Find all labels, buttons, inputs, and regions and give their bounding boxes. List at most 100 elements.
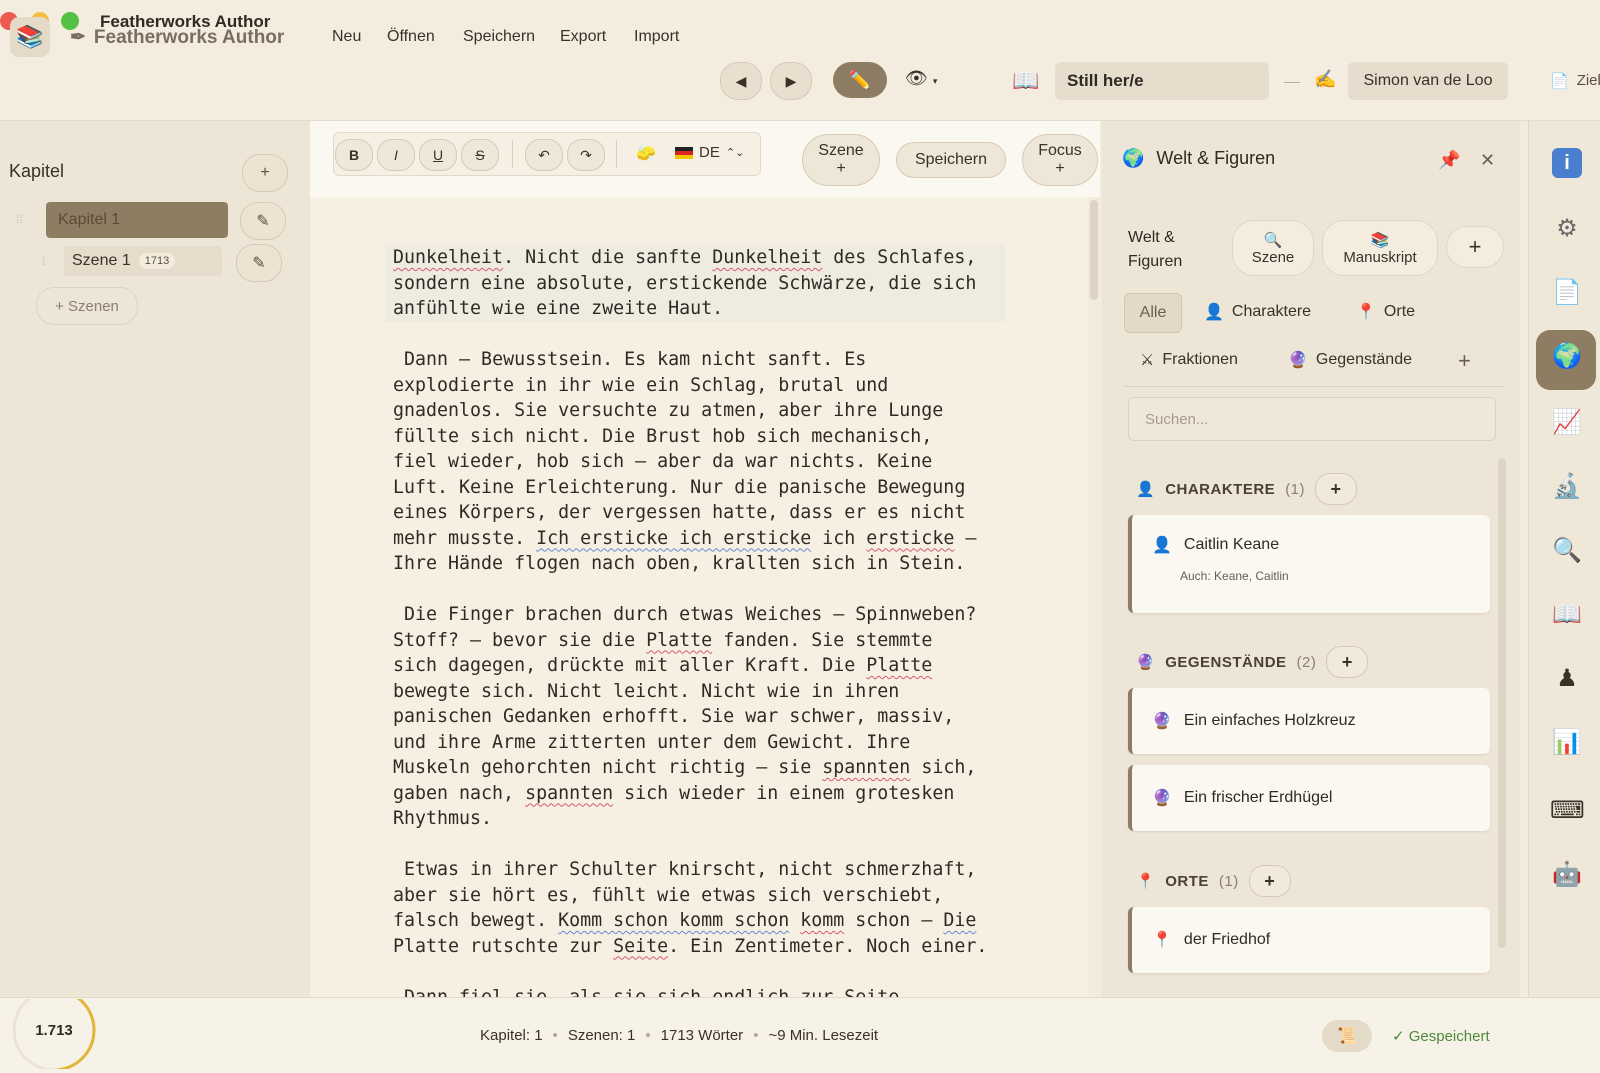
language-value: DE [699,144,720,161]
add-place-button[interactable]: + [1248,865,1291,897]
sidebar-heading: Kapitel [9,161,65,181]
filter-factions[interactable]: ⚔ Fraktionen [1140,350,1238,370]
strikethrough-button[interactable]: S [461,139,499,171]
crossed-swords-icon: ⚔ [1140,352,1155,369]
gear-icon[interactable]: ⚙ [1550,214,1584,243]
menu-open[interactable]: Öffnen [387,28,435,46]
item-name: Ein frischer Erdhügel [1183,789,1333,806]
sidebar-item-scene-1[interactable]: Szene 1 1713 [64,246,222,276]
signature-icon: ✍ [1314,69,1337,89]
author-field[interactable]: Simon van de Loo [1348,62,1508,100]
filter-label: Charaktere [1231,303,1312,320]
triangle-left-icon: ◀ [735,72,747,89]
stat-reading-time: ~9 Min. Lesezeit [768,1027,879,1044]
person-icon: 👤 [1152,537,1172,554]
add-scene-button[interactable]: + Szenen [36,287,138,325]
focus-button-label: Focus [1038,142,1082,159]
filter-items[interactable]: 🔮 Gegenstände [1288,350,1412,370]
divider [1124,386,1504,387]
add-filter-button[interactable]: + [1458,348,1471,374]
edit-chapter-button[interactable]: ✎ [240,202,286,240]
books-icon: 📚 [1370,231,1390,249]
editor-scrollbar[interactable] [1090,200,1098,300]
character-card[interactable]: 👤 Caitlin Keane Auch: Keane, Caitlin [1128,515,1490,613]
next-button[interactable]: ▶ [770,62,812,100]
add-character-button[interactable]: + [1315,473,1358,505]
place-card[interactable]: 📍 der Friedhof [1128,907,1490,973]
scene-button-label: Szene [818,142,864,159]
underline-button[interactable]: U [419,139,457,171]
filter-places[interactable]: 📍 Orte [1356,302,1415,322]
character-aliases: Auch: Keane, Caitlin [1180,569,1289,583]
tab-manuscript[interactable]: 📚 Manuskript [1322,220,1438,276]
panel-scrollbar[interactable] [1498,458,1506,948]
books-icon[interactable]: 📚 [10,17,50,57]
preview-dropdown[interactable]: 👁 ▾ [905,68,937,89]
search-input[interactable]: Suchen... [1128,397,1496,441]
open-book-icon[interactable]: 📖 [1012,68,1039,94]
bar-chart-icon[interactable]: 📊 [1550,728,1584,757]
filter-characters[interactable]: 👤 Charaktere [1204,302,1311,322]
info-icon[interactable]: i [1550,148,1584,178]
search-icon: 🔍 [1263,231,1283,249]
map-pin-icon: 📍 [1152,932,1172,949]
document-icon[interactable]: 📄 [1550,278,1584,307]
menu-export[interactable]: Export [560,28,606,46]
add-chapter-button[interactable]: + [242,154,288,192]
sidebar-item-chapter-1[interactable]: Kapitel 1 [46,202,228,238]
archive-button[interactable]: 📜 [1322,1020,1372,1052]
eye-icon: 👁 [905,68,928,88]
close-icon[interactable]: ✕ [1480,150,1495,171]
microscope-icon[interactable]: 🔬 [1550,472,1584,501]
label-line: Figuren [1128,253,1183,270]
robot-icon[interactable]: 🤖 [1550,860,1584,889]
keyboard-icon[interactable]: ⌨ [1550,796,1585,825]
undo-icon: ↶ [538,146,550,163]
scene-word-badge: 1713 [138,253,176,269]
item-card[interactable]: 🔮 Ein frischer Erdhügel [1128,765,1490,831]
goal-button[interactable]: 📄 Ziel [1550,72,1600,90]
plus-icon: + [836,160,846,177]
figure-icon[interactable]: ♟ [1550,664,1584,693]
stat-words: 1713 Wörter [660,1027,744,1044]
search-icon[interactable]: 🔍 [1550,536,1584,565]
chart-line-icon[interactable]: 📈 [1550,408,1584,437]
add-scene-toolbar-button[interactable]: Szene + [802,134,880,186]
drag-handle-icon[interactable]: ⁞ [42,254,45,268]
person-icon: 👤 [1204,304,1224,321]
bold-button[interactable]: B [335,139,373,171]
edit-scene-button[interactable]: ✎ [236,244,282,282]
language-select[interactable]: DE ⌃⌄ [675,144,744,161]
book-title-field[interactable]: Still her/e [1055,62,1269,100]
redo-button[interactable]: ↷ [567,139,605,171]
drag-handle-icon[interactable]: ⁞⁞ [16,212,23,226]
pencil-icon: ✎ [252,255,266,272]
panel-title: Welt & Figuren [1156,148,1276,168]
eraser-icon[interactable]: 🧽 [636,143,656,163]
plus-icon: + [1055,160,1065,177]
pin-icon[interactable]: 📌 [1438,150,1460,171]
manuscript-text[interactable]: Dunkelheit. Nicht die sanfte Dunkelheit … [385,245,1013,997]
undo-button[interactable]: ↶ [525,139,563,171]
manuscript-editor[interactable]: Dunkelheit. Nicht die sanfte Dunkelheit … [310,197,1088,997]
divider [512,140,513,168]
edit-mode-button[interactable]: ✏️ [833,62,887,98]
item-card[interactable]: 🔮 Ein einfaches Holzkreuz [1128,688,1490,754]
globe-icon[interactable]: 🌍 [1550,342,1584,371]
book-icon[interactable]: 📖 [1550,600,1584,629]
add-item-button[interactable]: + [1326,646,1369,678]
menu-new[interactable]: Neu [332,28,361,46]
quill-icon: ✒ [70,27,86,48]
german-flag-icon [675,146,693,159]
map-pin-icon: 📍 [1136,873,1156,890]
tab-scene[interactable]: 🔍 Szene [1232,220,1314,276]
filter-all[interactable]: Alle [1124,293,1182,333]
previous-button[interactable]: ◀ [720,62,762,100]
italic-button[interactable]: I [377,139,415,171]
add-tab-button[interactable]: + [1446,226,1504,268]
menu-save[interactable]: Speichern [463,28,535,46]
save-button[interactable]: Speichern [896,142,1006,178]
menu-import[interactable]: Import [634,28,679,46]
focus-button[interactable]: Focus + [1022,134,1098,186]
character-name: Caitlin Keane [1183,536,1280,553]
